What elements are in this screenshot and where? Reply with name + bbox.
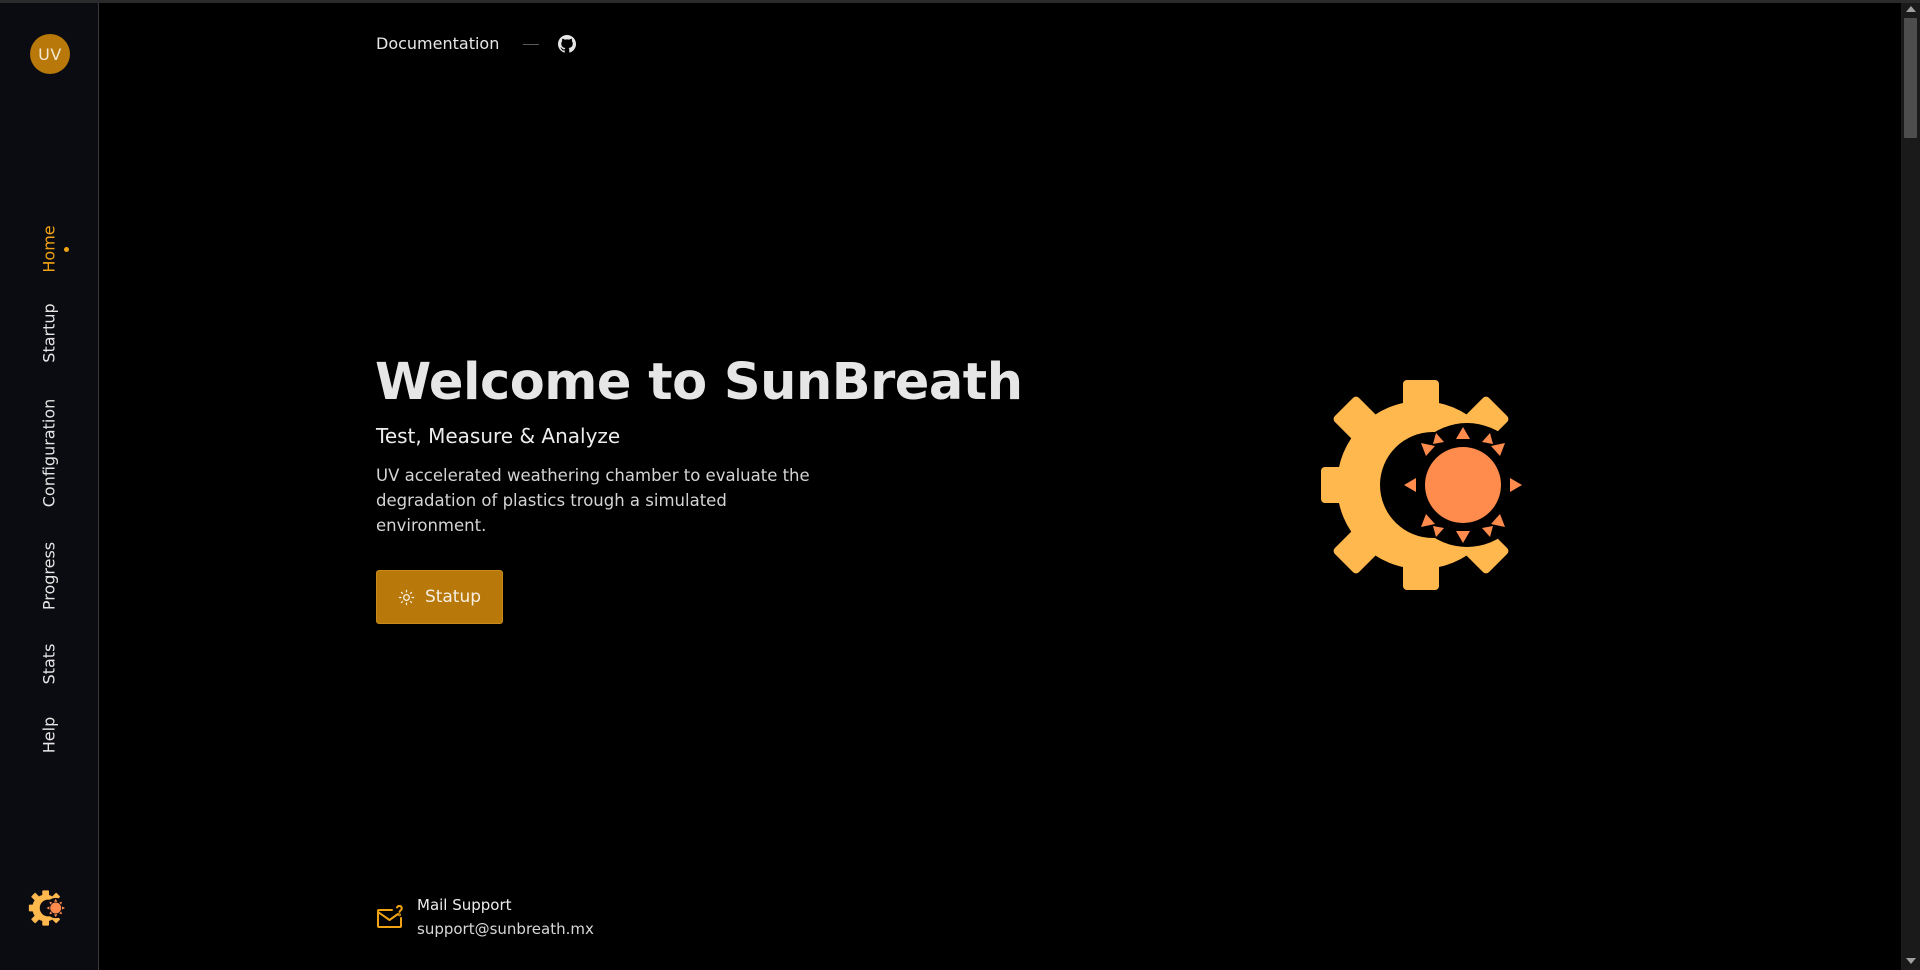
avatar[interactable]: UV: [30, 34, 70, 74]
sidebar: UV Home Startup Configuration Progress S…: [0, 3, 99, 970]
scrollbar[interactable]: [1901, 3, 1920, 970]
sidebar-item-progress[interactable]: Progress: [40, 542, 59, 610]
sidebar-item-home[interactable]: Home: [40, 225, 59, 272]
topnav-separator: [523, 44, 539, 45]
support-email-link[interactable]: support@sunbreath.mx: [417, 920, 594, 938]
documentation-link[interactable]: Documentation: [376, 34, 499, 53]
scrollbar-thumb[interactable]: [1904, 18, 1917, 138]
statup-button-label: Statup: [424, 587, 482, 607]
scroll-down-arrow-icon[interactable]: [1906, 958, 1916, 964]
scroll-up-arrow-icon[interactable]: [1906, 6, 1916, 12]
page-title: Welcome to SunBreath: [375, 353, 1023, 412]
sidebar-item-configuration[interactable]: Configuration: [40, 399, 59, 508]
active-indicator-dot: [64, 247, 69, 252]
statup-button[interactable]: Statup: [376, 570, 503, 624]
gear-sun-icon[interactable]: [28, 887, 70, 929]
sidebar-item-stats[interactable]: Stats: [40, 644, 59, 685]
page-subtitle: Test, Measure & Analyze: [376, 424, 621, 448]
window-top-border: [0, 0, 1920, 3]
sun-icon: [398, 589, 415, 605]
gear-sun-icon: [1321, 380, 1525, 590]
sidebar-item-help[interactable]: Help: [40, 717, 59, 753]
github-icon[interactable]: [558, 35, 576, 53]
page-description: UV accelerated weathering chamber to eva…: [376, 466, 810, 535]
mail-question-icon[interactable]: [376, 904, 404, 930]
sidebar-item-startup[interactable]: Startup: [40, 303, 59, 362]
support-title: Mail Support: [417, 896, 512, 914]
